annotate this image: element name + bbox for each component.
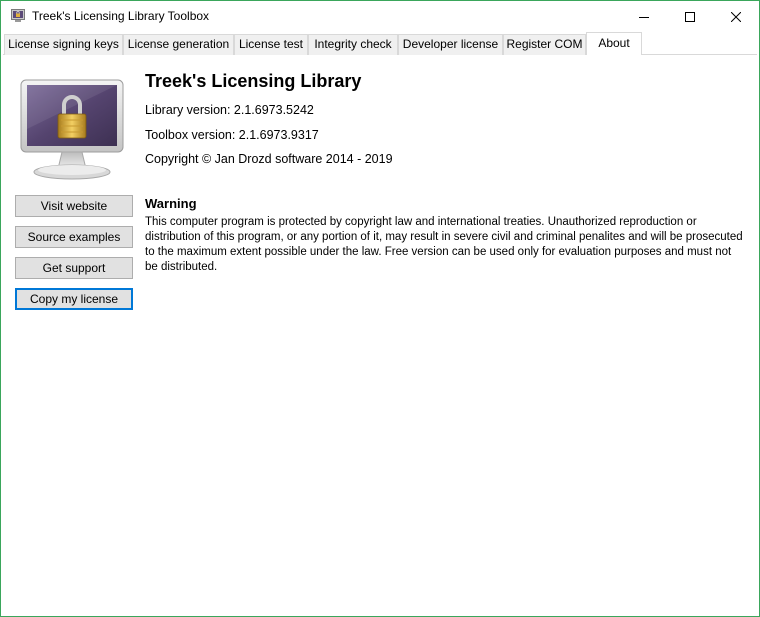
- tab-integrity-check[interactable]: Integrity check: [308, 34, 398, 55]
- library-version: Library version: 2.1.6973.5242: [145, 103, 314, 117]
- close-button[interactable]: [713, 1, 759, 32]
- tab-register-com[interactable]: Register COM: [503, 34, 586, 55]
- product-title: Treek's Licensing Library: [145, 71, 362, 91]
- tab-about[interactable]: About: [586, 32, 642, 55]
- visit-website-button[interactable]: Visit website: [15, 195, 133, 217]
- tab-developer-license[interactable]: Developer license: [398, 34, 503, 55]
- window-title: Treek's Licensing Library Toolbox: [32, 9, 210, 23]
- source-examples-button[interactable]: Source examples: [15, 226, 133, 248]
- app-window: Treek's Licensing Library Toolbox Licens…: [0, 0, 760, 617]
- app-icon: [11, 9, 25, 22]
- tab-license-generation[interactable]: License generation: [123, 34, 234, 55]
- copyright-text: Copyright © Jan Drozd software 2014 - 20…: [145, 152, 393, 166]
- close-icon: [731, 11, 741, 22]
- maximize-button[interactable]: [667, 1, 713, 32]
- tab-license-signing-keys[interactable]: License signing keys: [4, 34, 123, 55]
- copy-license-button[interactable]: Copy my license: [15, 288, 133, 310]
- minimize-button[interactable]: [621, 1, 667, 32]
- toolbox-version: Toolbox version: 2.1.6973.9317: [145, 128, 319, 142]
- tab-license-test[interactable]: License test: [234, 34, 308, 55]
- warning-text: This computer program is protected by co…: [145, 216, 743, 273]
- monitor-padlock-icon: [20, 79, 124, 180]
- maximize-icon: [685, 11, 695, 22]
- title-bar: Treek's Licensing Library Toolbox: [1, 1, 759, 32]
- minimize-icon: [639, 16, 649, 18]
- get-support-button[interactable]: Get support: [15, 257, 133, 279]
- warning-heading: Warning: [145, 196, 197, 211]
